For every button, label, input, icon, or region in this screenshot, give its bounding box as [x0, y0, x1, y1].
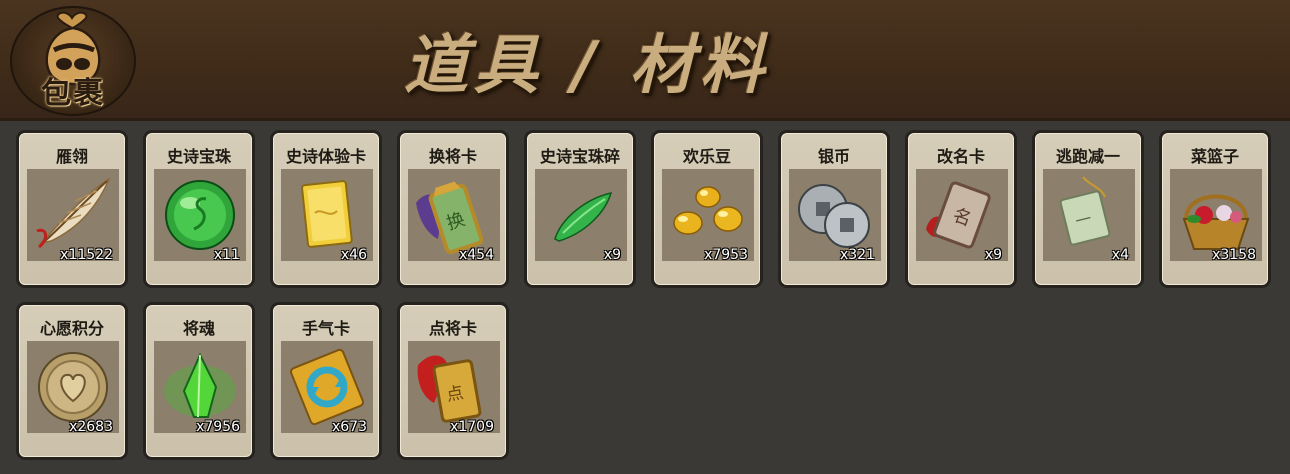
item-name: 史诗宝珠碎 [539, 147, 620, 166]
item-card[interactable]: 改名卡 名 x9 [905, 130, 1017, 288]
item-card[interactable]: 银币 x321 [778, 130, 890, 288]
item-count: x4 [1111, 247, 1129, 263]
bag-label: 包裹 [41, 76, 105, 111]
item-name: 换将卡 [428, 147, 477, 166]
item-name: 手气卡 [301, 319, 350, 338]
item-count: x9 [984, 247, 1002, 263]
item-count: x673 [331, 419, 367, 435]
page-title: 道具 / 材料 [404, 29, 770, 103]
item-card[interactable]: 史诗宝珠 x11 [143, 130, 255, 288]
item-name: 点将卡 [428, 319, 477, 338]
item-name: 逃跑减一 [1055, 147, 1120, 166]
item-name: 雁翎 [55, 147, 88, 166]
svg-text:点: 点 [445, 383, 465, 406]
item-name: 史诗宝珠 [166, 147, 231, 166]
item-count: x454 [458, 247, 494, 263]
item-count: x1709 [450, 419, 494, 435]
item-name: 银币 [817, 147, 850, 166]
item-name: 史诗体验卡 [285, 147, 366, 166]
item-name: 心愿积分 [39, 319, 104, 338]
item-count: x11522 [60, 247, 113, 263]
item-count: x9 [603, 247, 621, 263]
header-bar: 包裹 道具 / 材料 [0, 0, 1290, 121]
item-name: 改名卡 [936, 147, 985, 166]
item-count: x46 [340, 247, 367, 263]
item-card[interactable]: 换将卡 换 x454 [397, 130, 509, 288]
item-card[interactable]: 手气卡 x673 [270, 302, 382, 460]
item-count: x2683 [69, 419, 113, 435]
item-card[interactable]: 逃跑减一 一 x4 [1032, 130, 1144, 288]
item-card[interactable]: 雁翎 x11522 [16, 130, 128, 288]
item-count: x321 [839, 247, 875, 263]
item-card[interactable]: 史诗体验卡 x46 [270, 130, 382, 288]
item-count: x7953 [704, 247, 748, 263]
item-name: 将魂 [182, 319, 215, 338]
item-card[interactable]: 菜篮子 x3158 [1159, 130, 1271, 288]
item-name: 欢乐豆 [682, 147, 731, 166]
bag-button[interactable]: 包裹 [10, 6, 136, 116]
item-card[interactable]: 史诗宝珠碎 x9 [524, 130, 636, 288]
item-card[interactable]: 心愿积分 x2683 [16, 302, 128, 460]
item-card[interactable]: 将魂 x7956 [143, 302, 255, 460]
item-count: x7956 [196, 419, 240, 435]
item-name: 菜篮子 [1190, 147, 1239, 166]
item-card[interactable]: 点将卡 点 x1709 [397, 302, 509, 460]
item-card[interactable]: 欢乐豆 x7953 [651, 130, 763, 288]
item-count: x11 [213, 247, 240, 263]
item-count: x3158 [1212, 247, 1256, 263]
